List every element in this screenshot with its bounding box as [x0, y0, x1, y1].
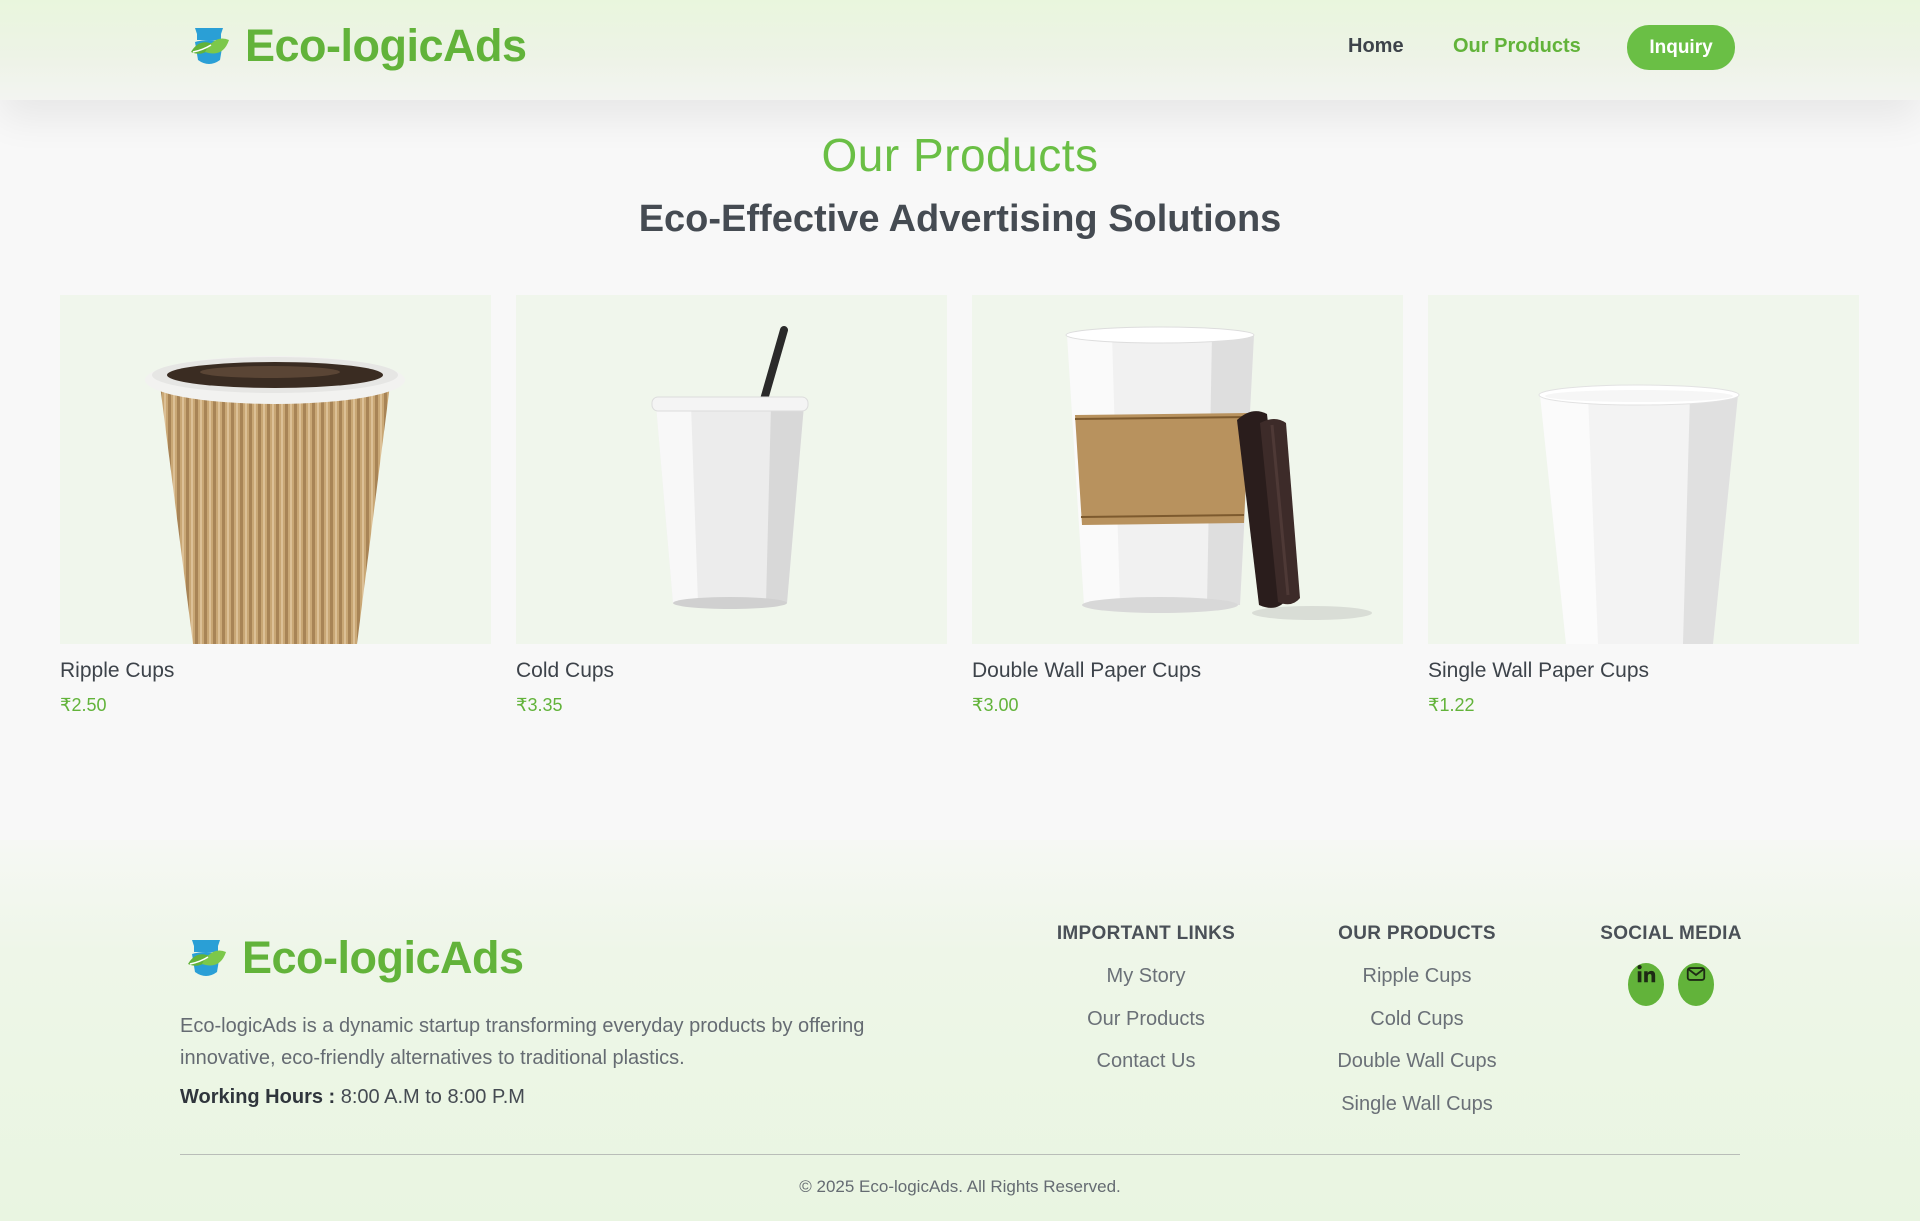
- product-price: ₹3.35: [516, 695, 563, 715]
- footer-logo[interactable]: Eco-logicAds: [182, 932, 524, 984]
- product-grid: Ripple Cups ₹2.50 Cold Cups ₹3.35 Double…: [60, 295, 1860, 725]
- working-hours-label: Working Hours :: [180, 1086, 336, 1108]
- footer-link-cold-cups[interactable]: Cold Cups: [1317, 1008, 1517, 1051]
- ripple-cup-image[interactable]: [60, 295, 491, 644]
- working-hours: Working Hours : 8:00 A.M to 8:00 P.M: [180, 1086, 525, 1109]
- single-wall-cup-image[interactable]: [1428, 295, 1859, 644]
- page-subtitle: Eco-Effective Advertising Solutions: [638, 198, 1282, 240]
- footer-link-single-wall-cups[interactable]: Single Wall Cups: [1317, 1093, 1517, 1136]
- footer-link-ripple-cups[interactable]: Ripple Cups: [1317, 965, 1517, 1008]
- cold-cup-image[interactable]: [516, 295, 947, 644]
- social-media-heading: SOCIAL MEDIA: [1600, 923, 1742, 944]
- product-name[interactable]: Cold Cups: [516, 659, 614, 683]
- product-card-single-wall-paper-cups[interactable]: Single Wall Paper Cups ₹1.22: [1428, 295, 1859, 725]
- inquiry-button[interactable]: Inquiry: [1627, 25, 1735, 70]
- footer-link-our-products[interactable]: Our Products: [1046, 1008, 1246, 1051]
- important-links-column: IMPORTANT LINKS My Story Our Products Co…: [1046, 923, 1246, 1093]
- product-card-double-wall-paper-cups[interactable]: Double Wall Paper Cups ₹3.00: [972, 295, 1403, 725]
- page-title: Our Products: [821, 129, 1099, 181]
- footer-brand-name: Eco-logicAds: [242, 932, 524, 983]
- product-name[interactable]: Ripple Cups: [60, 659, 174, 683]
- cup-with-leaves-icon: [188, 940, 226, 976]
- main-nav: Home Our Products Inquiry: [0, 25, 1920, 71]
- working-hours-value: 8:00 A.M to 8:00 P.M: [340, 1086, 525, 1108]
- product-name[interactable]: Single Wall Paper Cups: [1428, 659, 1649, 683]
- our-products-column: OUR PRODUCTS Ripple Cups Cold Cups Doubl…: [1317, 923, 1517, 1135]
- double-wall-cup-image[interactable]: [972, 295, 1403, 644]
- product-name[interactable]: Double Wall Paper Cups: [972, 659, 1201, 683]
- product-price: ₹2.50: [60, 695, 107, 715]
- nav-home[interactable]: Home: [1348, 35, 1404, 58]
- copyright: © 2025 Eco-logicAds. All Rights Reserved…: [799, 1177, 1121, 1196]
- footer-description: Eco-logicAds is a dynamic startup transf…: [180, 1015, 865, 1069]
- social-icons: [1568, 963, 1774, 1006]
- email-icon[interactable]: [1678, 963, 1714, 1006]
- product-card-cold-cups[interactable]: Cold Cups ₹3.35: [516, 295, 947, 725]
- nav-our-products[interactable]: Our Products: [1453, 35, 1581, 58]
- footer-link-contact-us[interactable]: Contact Us: [1046, 1050, 1246, 1093]
- site-footer: Eco-logicAds Eco-logicAds is a dynamic s…: [0, 840, 1920, 1221]
- important-links-heading: IMPORTANT LINKS: [1056, 923, 1236, 944]
- product-price: ₹1.22: [1428, 695, 1475, 715]
- site-header: Eco-logicAds Home Our Products Inquiry: [0, 0, 1920, 100]
- linkedin-icon[interactable]: [1628, 963, 1664, 1006]
- product-card-ripple-cups[interactable]: Ripple Cups ₹2.50: [60, 295, 491, 725]
- footer-link-my-story[interactable]: My Story: [1046, 965, 1246, 1008]
- social-media-column: SOCIAL MEDIA: [1568, 923, 1774, 1006]
- our-products-heading: OUR PRODUCTS: [1338, 923, 1496, 944]
- product-price: ₹3.00: [972, 695, 1019, 715]
- footer-divider: [180, 1154, 1740, 1155]
- footer-link-double-wall-cups[interactable]: Double Wall Cups: [1317, 1050, 1517, 1093]
